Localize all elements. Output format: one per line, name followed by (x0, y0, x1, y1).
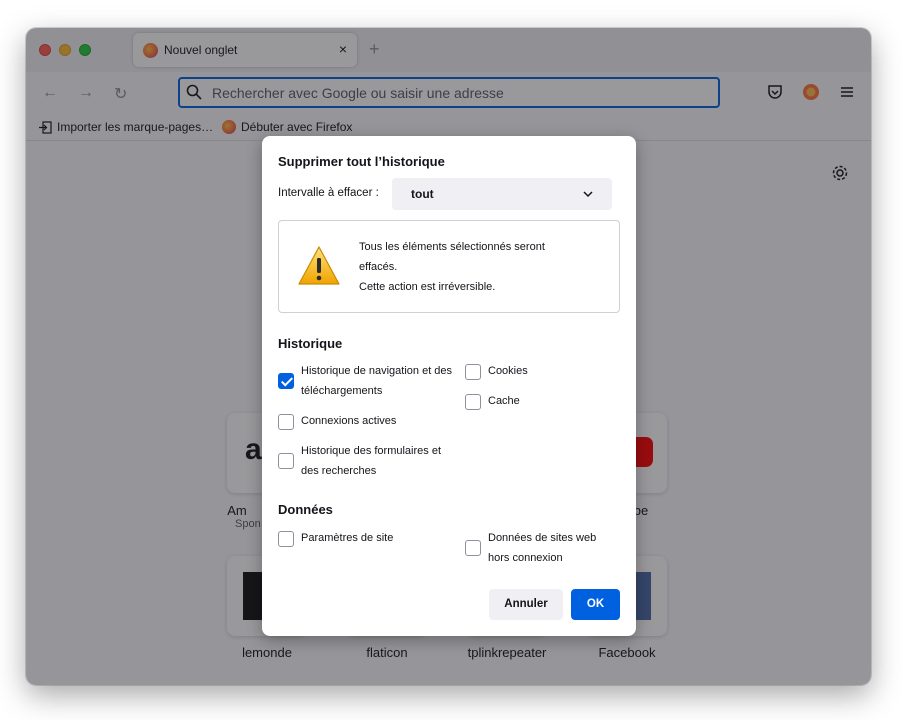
range-label: Intervalle à effacer : (278, 187, 379, 199)
checkbox-offline-data[interactable]: Données de sites web hors connexion (465, 528, 596, 568)
checkbox-label: Connexions actives (301, 415, 397, 427)
checkbox[interactable] (278, 453, 294, 469)
checkbox-label: Paramètres de site (301, 532, 394, 544)
checkbox-label: Données de sites web (488, 532, 597, 544)
range-select[interactable]: tout (392, 178, 612, 210)
warning-line: Tous les éléments sélectionnés seront (359, 241, 545, 253)
checkbox-label: téléchargements (301, 385, 383, 397)
checkbox-label: Cookies (488, 365, 528, 377)
checkbox-label: des recherches (301, 465, 377, 477)
warning-text: Tous les éléments sélectionnés seront ef… (359, 237, 599, 297)
warning-icon (298, 246, 340, 285)
checkbox-cache[interactable]: Cache (465, 391, 520, 411)
checkbox[interactable] (278, 373, 294, 389)
checkbox[interactable] (278, 414, 294, 430)
clear-history-dialog: Supprimer tout l’historique Intervalle à… (262, 136, 636, 636)
checkbox-label: Historique des formulaires et (301, 445, 442, 457)
history-heading: Historique (278, 336, 343, 351)
checkbox-site-settings[interactable]: Paramètres de site (278, 528, 393, 548)
checkbox[interactable] (465, 540, 481, 556)
checkbox[interactable] (465, 394, 481, 410)
checkbox-label: Cache (488, 395, 520, 407)
checkbox-active-logins[interactable]: Connexions actives (278, 411, 396, 431)
checkbox-browsing-history[interactable]: Historique de navigation et des télécharg… (278, 361, 452, 401)
checkbox[interactable] (278, 531, 294, 547)
warning-line: effacés. (359, 261, 398, 273)
range-value: tout (411, 187, 434, 201)
warning-line: Cette action est irréversible. (359, 281, 496, 293)
checkbox-cookies[interactable]: Cookies (465, 361, 528, 381)
warning-box: Tous les éléments sélectionnés seront ef… (278, 220, 620, 313)
ok-button[interactable]: OK (571, 589, 620, 620)
cancel-button[interactable]: Annuler (489, 589, 563, 620)
data-heading: Données (278, 502, 333, 517)
checkbox[interactable] (465, 364, 481, 380)
checkbox-label: hors connexion (488, 552, 563, 564)
checkbox-label: Historique de navigation et des (301, 365, 453, 377)
checkbox-form-history[interactable]: Historique des formulaires et des recherc… (278, 441, 441, 481)
dialog-title: Supprimer tout l’historique (278, 154, 445, 169)
chevron-down-icon (583, 191, 593, 198)
